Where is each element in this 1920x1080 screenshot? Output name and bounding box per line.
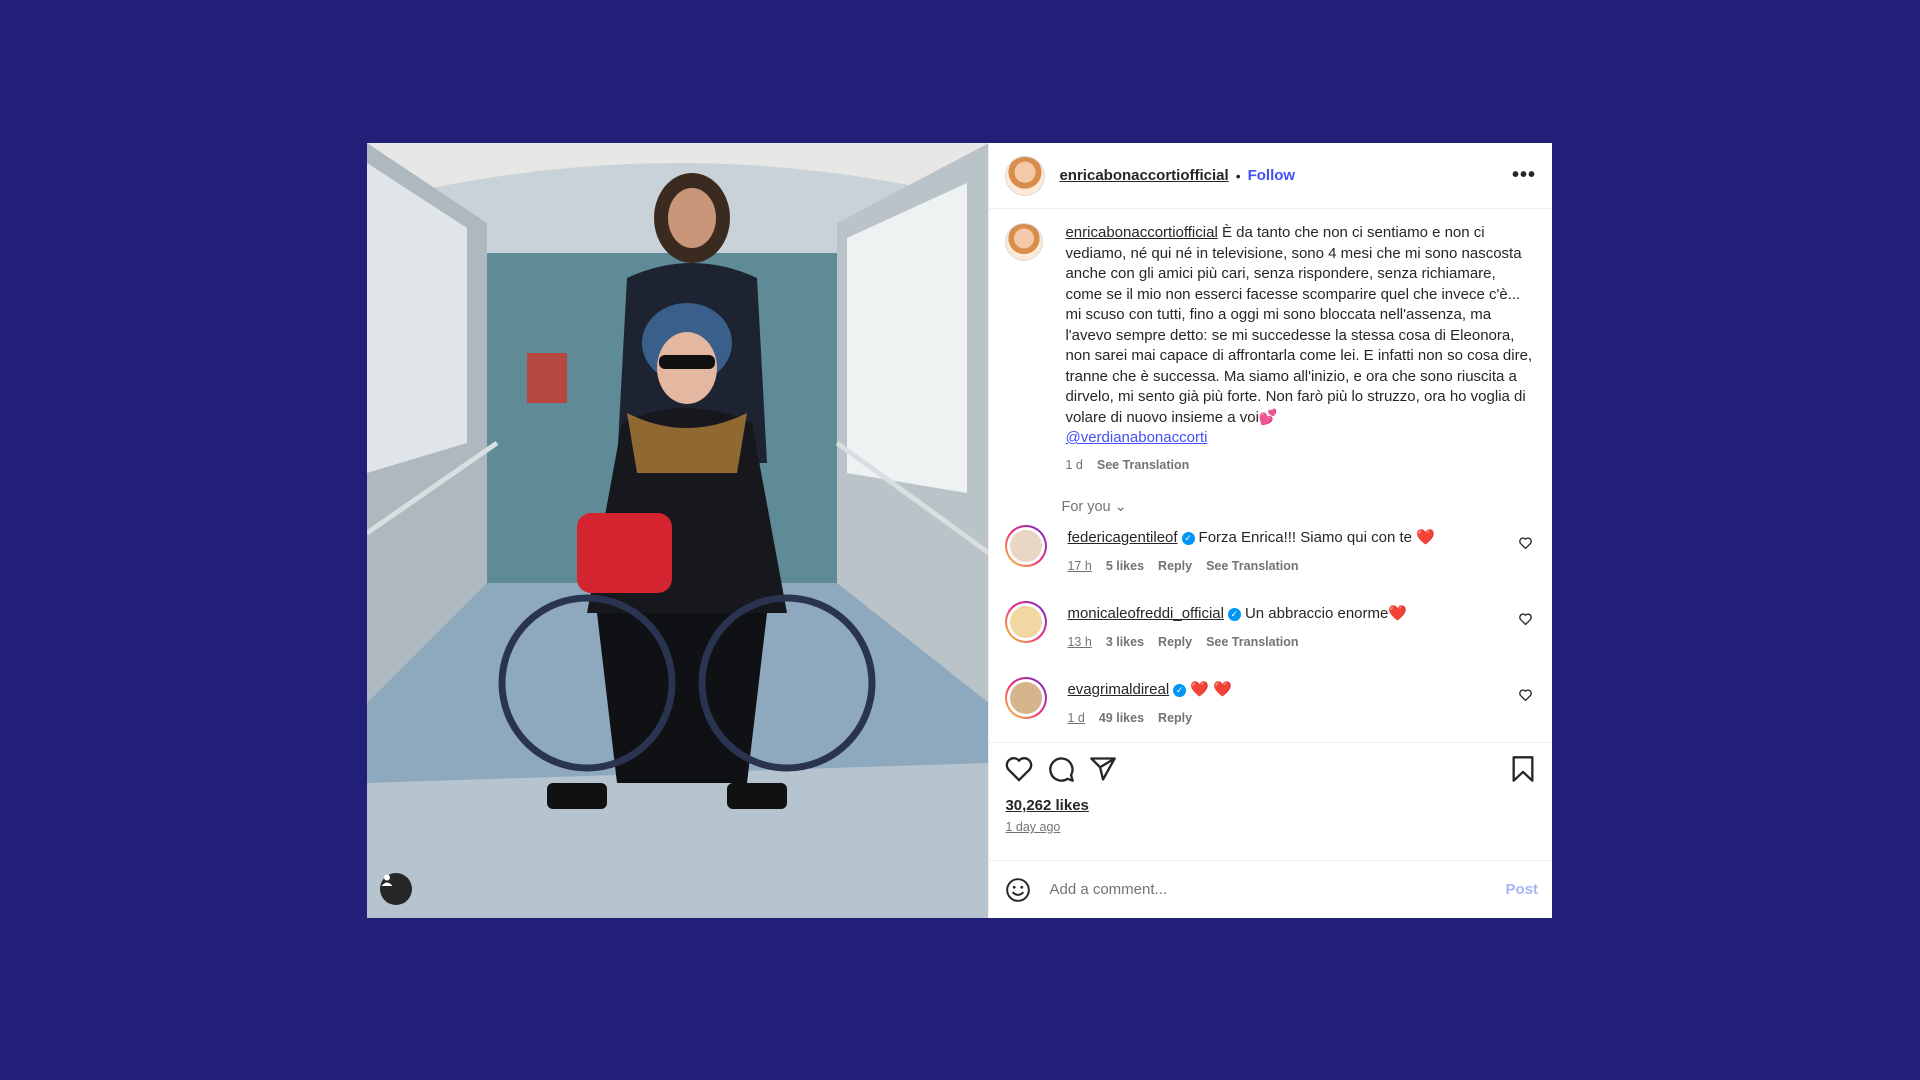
- caption-see-translation[interactable]: See Translation: [1097, 455, 1189, 476]
- heart-icon[interactable]: [1005, 756, 1033, 782]
- add-comment-bar: Post: [989, 860, 1552, 918]
- caption-text: È da tanto che non ci sentiamo e non ci …: [1065, 224, 1533, 426]
- comments-section[interactable]: enricabonaccortiofficial È da tanto che …: [989, 209, 1552, 742]
- follow-button[interactable]: Follow: [1248, 167, 1296, 184]
- comment-item: federicagentileof ✓ Forza Enrica!!! Siamo …: [1005, 525, 1536, 595]
- comment-emoji: ❤️: [1388, 605, 1408, 622]
- comment-icon[interactable]: [1047, 755, 1075, 783]
- comment-input[interactable]: [1047, 880, 1506, 899]
- comment-see-translation[interactable]: See Translation: [1206, 632, 1298, 652]
- post-actions: 30,262 likes 1 day ago: [989, 742, 1552, 860]
- author-avatar[interactable]: [1005, 155, 1046, 196]
- caption-time: 1 d: [1065, 457, 1083, 472]
- comment-meta: 17 h 5 likes Reply See Translation: [1067, 556, 1434, 576]
- comment-likes[interactable]: 5 likes: [1106, 556, 1144, 576]
- comment-reply-button[interactable]: Reply: [1158, 708, 1192, 728]
- scroll-fade: [989, 728, 1552, 742]
- chevron-down-icon: ⌄: [1114, 499, 1127, 515]
- post-image: [367, 143, 989, 918]
- caption-body: enricabonaccortiofficial È da tanto che …: [1065, 223, 1536, 475]
- comment-heart-icon[interactable]: [1519, 537, 1532, 549]
- comment-likes[interactable]: 3 likes: [1106, 632, 1144, 652]
- comment-username[interactable]: federicagentileof: [1067, 529, 1177, 546]
- comment-time[interactable]: 1 d: [1067, 708, 1084, 728]
- more-options-icon[interactable]: •••: [1512, 164, 1536, 187]
- comment-username[interactable]: evagrimaldireal: [1067, 681, 1169, 698]
- separator-dot: •: [1235, 167, 1241, 184]
- user-tag-icon[interactable]: [380, 873, 412, 905]
- comment-emoji: ❤️ ❤️: [1190, 681, 1232, 698]
- caption-meta: 1 d See Translation: [1065, 455, 1536, 476]
- post-time[interactable]: 1 day ago: [1005, 820, 1536, 834]
- caption: enricabonaccortiofficial È da tanto che …: [1005, 223, 1536, 475]
- comment-avatar[interactable]: [1005, 677, 1047, 719]
- caption-mention[interactable]: @verdianabonaccorti: [1065, 429, 1207, 446]
- for-you-filter[interactable]: For you ⌄: [1061, 499, 1536, 515]
- share-icon[interactable]: [1089, 755, 1117, 783]
- verified-badge-icon: ✓: [1181, 531, 1195, 545]
- for-you-label: For you: [1061, 499, 1111, 515]
- comment-avatar[interactable]: [1005, 525, 1047, 567]
- verified-badge-icon: ✓: [1227, 607, 1241, 621]
- comment-time[interactable]: 13 h: [1067, 632, 1091, 652]
- post-header: enricabonaccortiofficial • Follow •••: [989, 143, 1552, 209]
- comment-text: Forza Enrica!!! Siamo qui con te: [1198, 529, 1417, 546]
- bookmark-icon[interactable]: [1510, 755, 1536, 783]
- comment-item: monicaleofreddi_official ✓ Un abbraccio en…: [1005, 601, 1536, 671]
- comment-username[interactable]: monicaleofreddi_official: [1067, 605, 1223, 622]
- comment-heart-icon[interactable]: [1519, 689, 1532, 701]
- comment-reply-button[interactable]: Reply: [1158, 632, 1192, 652]
- comment-meta: 13 h 3 likes Reply See Translation: [1067, 632, 1407, 652]
- emoji-icon[interactable]: [1005, 877, 1031, 903]
- comment-heart-icon[interactable]: [1519, 613, 1532, 625]
- comment-see-translation[interactable]: See Translation: [1206, 556, 1298, 576]
- post-modal: enricabonaccortiofficial • Follow ••• en…: [367, 143, 1552, 918]
- author-username[interactable]: enricabonaccortiofficial: [1059, 167, 1228, 184]
- comment-body: monicaleofreddi_official ✓ Un abbraccio en…: [1067, 601, 1407, 652]
- comment-body: evagrimaldireal ✓ ❤️ ❤️ 1 d 49 likes Reply: [1067, 677, 1231, 728]
- comment-body: federicagentileof ✓ Forza Enrica!!! Siamo …: [1067, 525, 1434, 576]
- comment-time[interactable]: 17 h: [1067, 556, 1091, 576]
- action-icons: [1005, 755, 1536, 783]
- caption-username[interactable]: enricabonaccortiofficial: [1065, 224, 1217, 241]
- post-photo[interactable]: [367, 143, 989, 918]
- comment-avatar[interactable]: [1005, 601, 1047, 643]
- comment-reply-button[interactable]: Reply: [1158, 556, 1192, 576]
- likes-count[interactable]: 30,262 likes: [1005, 797, 1536, 814]
- comment-likes[interactable]: 49 likes: [1099, 708, 1144, 728]
- verified-badge-icon: ✓: [1173, 683, 1187, 697]
- post-comment-button[interactable]: Post: [1505, 881, 1538, 898]
- comment-text: Un abbraccio enorme: [1244, 605, 1389, 622]
- caption-avatar[interactable]: [1005, 223, 1044, 261]
- post-panel: enricabonaccortiofficial • Follow ••• en…: [988, 143, 1552, 918]
- comment-emoji: ❤️: [1416, 529, 1435, 546]
- comment-meta: 1 d 49 likes Reply: [1067, 708, 1231, 728]
